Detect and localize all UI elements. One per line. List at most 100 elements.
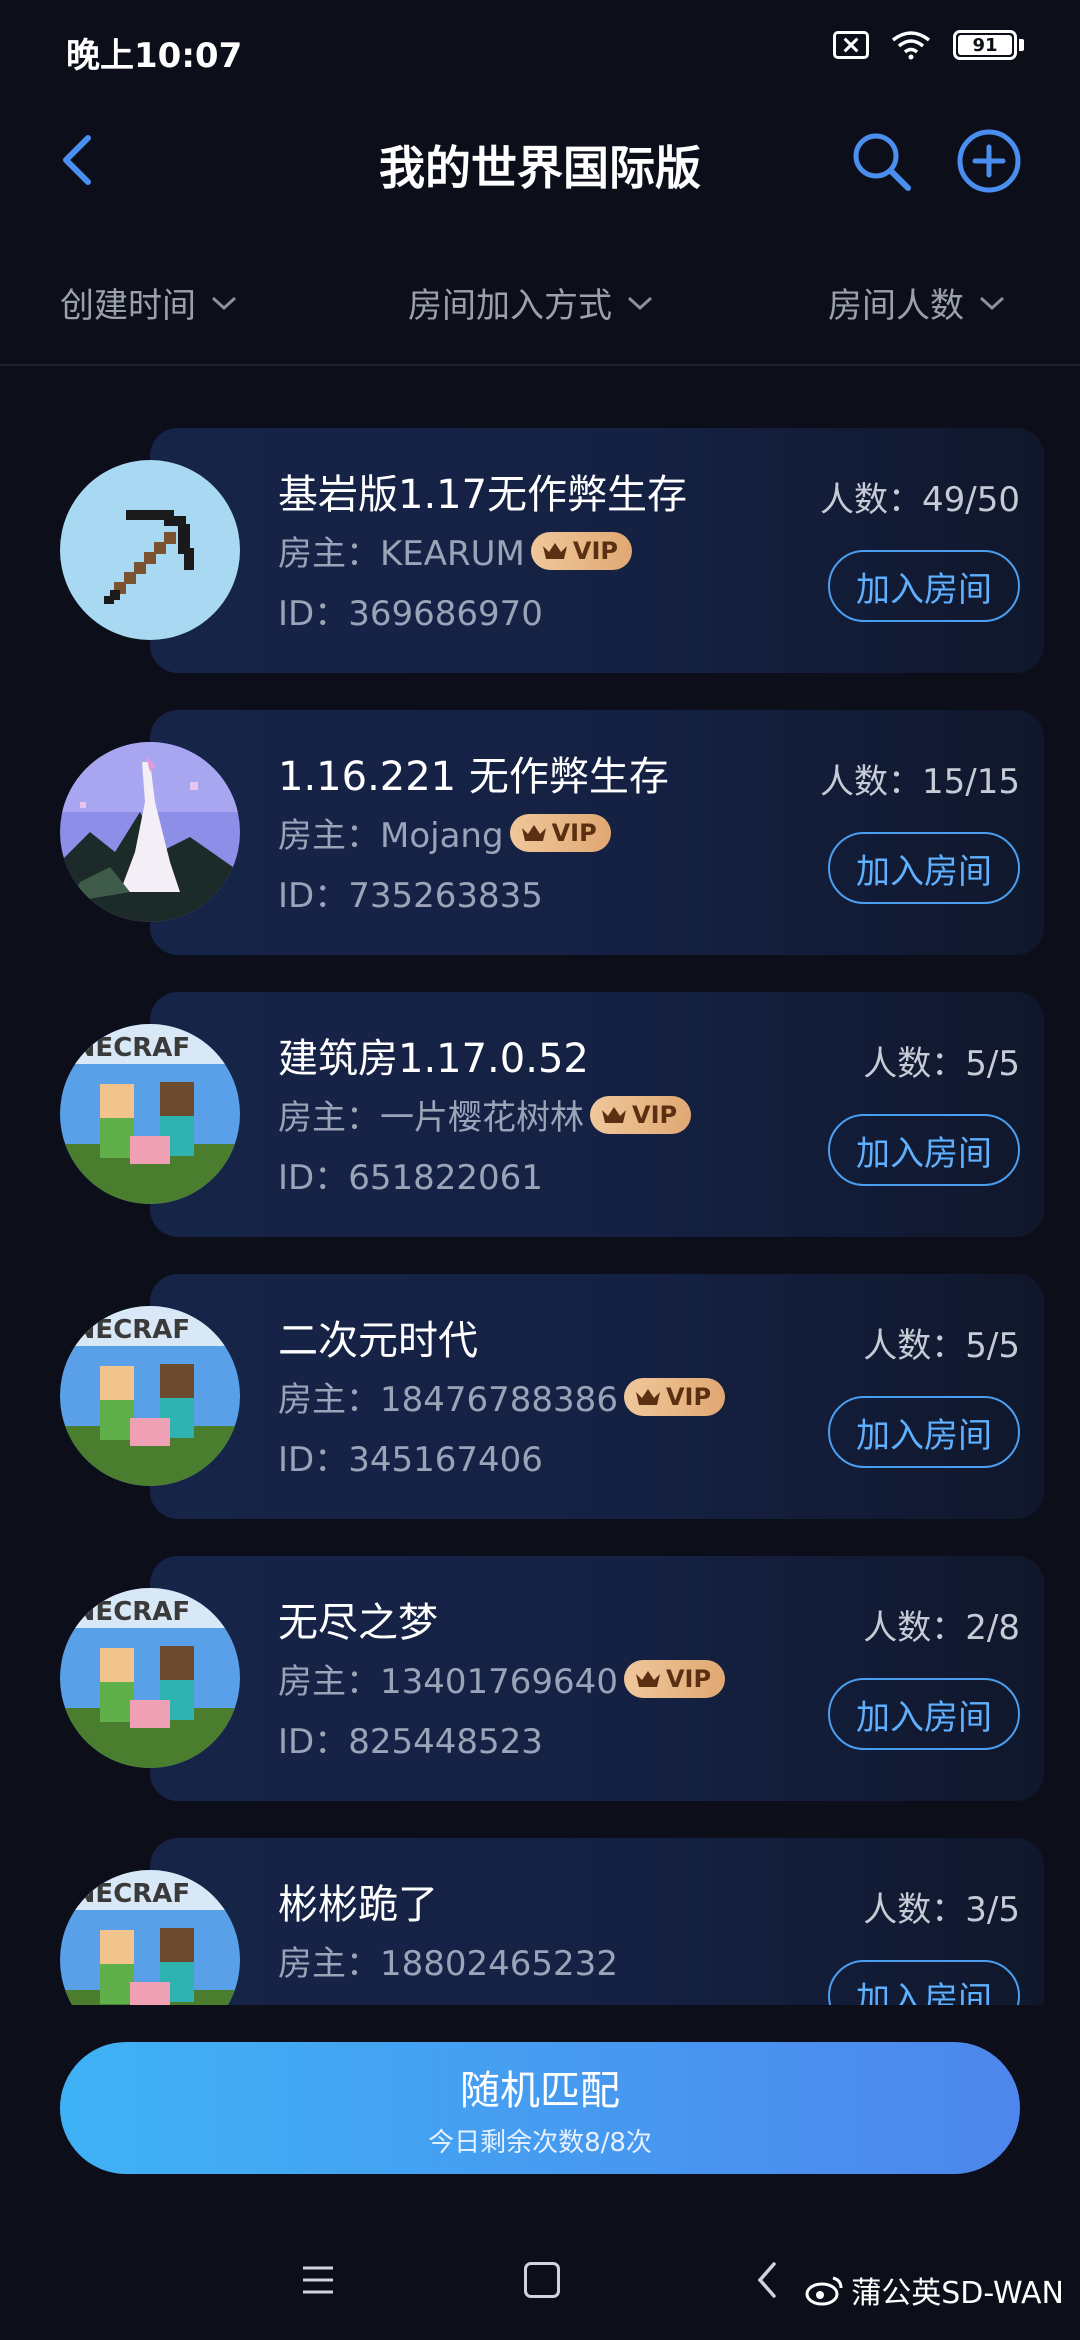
room-player-count: 人数：2/8 [863, 1608, 1020, 1648]
room-owner: 房主：Mojang VIP [278, 808, 611, 857]
menu-icon[interactable] [300, 2262, 336, 2298]
header: 我的世界国际版 [0, 110, 1080, 210]
filter-label: 房间人数 [828, 286, 964, 326]
add-room-icon[interactable] [956, 128, 1022, 194]
room-item[interactable]: INECRAF 二次元时代 房主：18476788386 VIP ID：3451… [0, 1256, 1080, 1519]
back-icon[interactable] [752, 2260, 782, 2300]
status-icons: 91 [833, 30, 1024, 60]
room-item[interactable]: 1.16.221 无作弊生存 房主：Mojang VIP ID：73526383… [0, 692, 1080, 955]
room-id: ID：735263835 [278, 876, 543, 916]
room-item[interactable]: INECRAF 建筑房1.17.0.52 房主：一片樱花树林 VIP ID：65… [0, 974, 1080, 1237]
battery-level: 91 [958, 35, 1012, 56]
room-id: ID：825448523 [278, 1722, 543, 1762]
divider [0, 364, 1080, 366]
minecraft-icon: INECRAF [60, 1024, 240, 1204]
filter-room-size[interactable]: 房间人数 [828, 278, 1006, 327]
filter-bar: 创建时间 房间加入方式 房间人数 [0, 262, 1080, 342]
room-id: ID：369686970 [278, 594, 543, 634]
owner-label: 房主：13401769640 [278, 1662, 618, 1702]
crown-icon [542, 542, 567, 559]
status-bar: 晚上10:07 91 [0, 0, 1080, 100]
owner-label: 房主：KEARUM [278, 534, 525, 574]
owner-label: 房主：一片樱花树林 [278, 1098, 584, 1138]
page-title: 我的世界国际版 [379, 141, 701, 195]
room-name: 建筑房1.17.0.52 [278, 1036, 589, 1082]
system-nav-bar: 蒲公英SD-WAN [0, 2240, 1080, 2340]
avatar-logo-text: INECRAF [64, 1315, 190, 1345]
join-room-button[interactable]: 加入房间 [828, 1960, 1020, 2005]
room-item[interactable]: 基岩版1.17无作弊生存 房主：KEARUM VIP ID：369686970 … [0, 410, 1080, 673]
filter-label: 房间加入方式 [408, 286, 612, 326]
join-room-button[interactable]: 加入房间 [828, 832, 1020, 904]
watermark-text: 蒲公英SD-WAN [851, 2276, 1064, 2311]
vip-badge: VIP [509, 813, 611, 852]
random-match-button[interactable]: 随机匹配 今日剩余次数8/8次 [60, 2042, 1020, 2174]
room-player-count: 人数：5/5 [863, 1044, 1020, 1084]
room-id: ID：651822061 [278, 1158, 543, 1198]
room-name: 1.16.221 无作弊生存 [278, 754, 669, 800]
room-owner: 房主：一片樱花树林 VIP [278, 1090, 692, 1139]
battery-icon: 91 [953, 30, 1024, 60]
room-item[interactable]: INECRAF 彬彬跪了 房主：18802465232 人数：3/5 加入房间 [0, 1820, 1080, 2005]
watermark: 蒲公英SD-WAN [805, 2268, 1064, 2312]
vip-label: VIP [572, 536, 618, 565]
join-room-button[interactable]: 加入房间 [828, 1396, 1020, 1468]
room-name: 彬彬跪了 [278, 1882, 438, 1928]
avatar-logo-text: INECRAF [64, 1597, 190, 1627]
owner-label: 房主：18802465232 [278, 1944, 618, 1984]
room-player-count: 人数：15/15 [820, 762, 1020, 802]
room-id: ID：345167406 [278, 1440, 543, 1480]
room-name: 基岩版1.17无作弊生存 [278, 472, 688, 518]
avatar-logo-text: INECRAF [64, 1033, 190, 1063]
vip-badge: VIP [623, 1377, 726, 1416]
room-avatar: INECRAF [60, 1024, 240, 1204]
room-avatar: INECRAF [60, 1588, 240, 1768]
match-remaining: 今日剩余次数8/8次 [428, 2127, 652, 2158]
chevron-down-icon [211, 296, 237, 310]
pickaxe-icon [60, 460, 240, 640]
room-item[interactable]: INECRAF 无尽之梦 房主：13401769640 VIP ID：82544… [0, 1538, 1080, 1801]
owner-label: 房主：Mojang [278, 816, 504, 856]
vip-label: VIP [551, 818, 597, 847]
room-owner: 房主：13401769640 VIP [278, 1654, 726, 1703]
room-player-count: 人数：49/50 [820, 480, 1020, 520]
home-icon[interactable] [524, 2262, 560, 2298]
match-title: 随机匹配 [460, 2067, 620, 2114]
crown-icon [521, 824, 546, 841]
room-player-count: 人数：5/5 [863, 1326, 1020, 1366]
room-list: 基岩版1.17无作弊生存 房主：KEARUM VIP ID：369686970 … [0, 410, 1080, 2005]
crown-icon [635, 1670, 660, 1687]
join-room-button[interactable]: 加入房间 [828, 1114, 1020, 1186]
room-name: 二次元时代 [278, 1318, 478, 1364]
crown-icon [602, 1106, 626, 1123]
weibo-logo-icon [805, 2276, 843, 2306]
room-avatar: INECRAF [60, 1306, 240, 1486]
chevron-down-icon [979, 296, 1005, 310]
minecraft-icon: INECRAF [60, 1306, 240, 1486]
crown-icon [635, 1388, 660, 1405]
vip-label: VIP [665, 1382, 712, 1411]
avatar-logo-text: INECRAF [64, 1879, 190, 1909]
chevron-down-icon [627, 296, 653, 310]
room-name: 无尽之梦 [278, 1600, 438, 1646]
vip-label: VIP [632, 1100, 678, 1129]
join-room-button[interactable]: 加入房间 [828, 1678, 1020, 1750]
room-avatar [60, 460, 240, 640]
filter-join-method[interactable]: 房间加入方式 [408, 278, 654, 327]
vip-badge: VIP [530, 531, 632, 570]
room-owner: 房主：18802465232 [278, 1936, 618, 1985]
minecraft-icon: INECRAF [60, 1588, 240, 1768]
vip-badge: VIP [590, 1095, 692, 1134]
room-avatar [60, 742, 240, 922]
room-owner: 房主：18476788386 VIP [278, 1372, 726, 1421]
room-owner: 房主：KEARUM VIP [278, 526, 632, 575]
status-time: 晚上10:07 [66, 36, 243, 76]
no-sim-icon [833, 31, 869, 59]
landscape-icon [60, 742, 240, 922]
join-room-button[interactable]: 加入房间 [828, 550, 1020, 622]
filter-created-time[interactable]: 创建时间 [60, 278, 238, 327]
search-icon[interactable] [848, 128, 914, 194]
owner-label: 房主：18476788386 [278, 1380, 618, 1420]
vip-badge: VIP [623, 1659, 726, 1698]
vip-label: VIP [665, 1664, 712, 1693]
